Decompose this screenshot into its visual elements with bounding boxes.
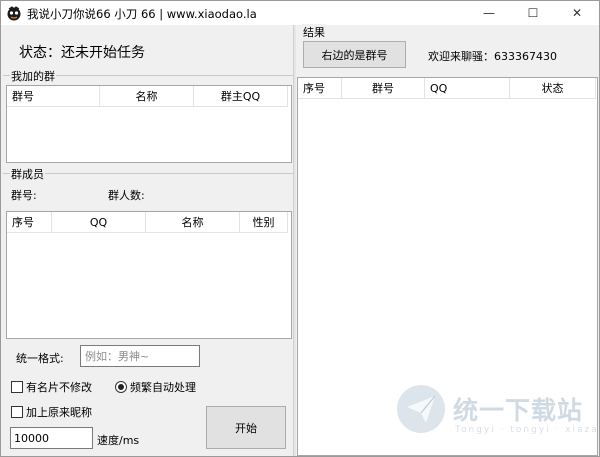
title-bar[interactable]: 我说小刀你说66 小刀 66 | www.xiaodao.la — ☐ ✕ [1,1,599,25]
frequent-auto-radio[interactable]: 频繁自动处理 [115,379,196,395]
col-result-group[interactable]: 群号 [342,78,425,99]
col-result-status[interactable]: 状态 [510,78,596,99]
frequent-auto-dot[interactable] [115,381,127,393]
col-result-qq[interactable]: QQ [425,78,510,99]
status-text: 状态：还未开始任务 [19,45,145,61]
keep-card-box[interactable] [11,381,23,393]
results-list[interactable]: 序号 群号 QQ 状态 [297,77,598,456]
maximize-button[interactable]: ☐ [511,1,555,25]
main-window: 我说小刀你说66 小刀 66 | www.xiaodao.la — ☐ ✕ 状态… [0,0,600,457]
minimize-button[interactable]: — [467,1,511,25]
my-groups-title: 我加的群 [10,68,56,84]
start-button[interactable]: 开始 [206,406,286,449]
members-divider [3,173,293,174]
welcome-text: 欢迎来聊骚：633367430 [428,50,557,63]
col-result-index[interactable]: 序号 [298,78,342,99]
window-title: 我说小刀你说66 小刀 66 | www.xiaodao.la [27,7,257,21]
members-list[interactable]: 序号 QQ 名称 性别 [6,211,292,339]
append-nickname-label: 加上原来昵称 [26,406,92,419]
col-group-owner[interactable]: 群主QQ [194,86,288,107]
col-group-name[interactable]: 名称 [100,86,194,107]
frequent-auto-label: 频繁自动处理 [130,381,196,394]
format-label: 统一格式: [16,352,64,365]
results-title: 结果 [302,24,326,40]
close-button[interactable]: ✕ [555,1,599,25]
members-title: 群成员 [10,166,45,182]
keep-card-checkbox[interactable]: 有名片不修改 [11,379,92,395]
col-member-name[interactable]: 名称 [146,212,240,233]
member-group-id-label: 群号: [11,189,37,202]
members-header: 序号 QQ 名称 性别 [7,212,288,233]
member-count-label: 群人数: [108,189,145,202]
col-group-id[interactable]: 群号 [7,86,100,107]
status-area: 状态：还未开始任务 [3,27,293,69]
col-member-gender[interactable]: 性别 [240,212,288,233]
keep-card-label: 有名片不修改 [26,381,92,394]
append-nickname-checkbox[interactable]: 加上原来昵称 [11,404,92,420]
my-groups-header: 群号 名称 群主QQ [7,86,288,107]
panel-splitter[interactable] [293,25,296,456]
format-input[interactable] [80,345,200,367]
speed-input[interactable] [10,427,93,449]
col-member-qq[interactable]: QQ [52,212,146,233]
append-nickname-box[interactable] [11,406,23,418]
col-member-index[interactable]: 序号 [7,212,52,233]
right-is-group-button[interactable]: 右边的是群号 [303,41,406,68]
results-header: 序号 群号 QQ 状态 [298,78,596,99]
my-groups-list[interactable]: 群号 名称 群主QQ [6,85,292,163]
speed-unit-label: 速度/ms [97,434,140,447]
app-logo-icon [7,6,21,21]
